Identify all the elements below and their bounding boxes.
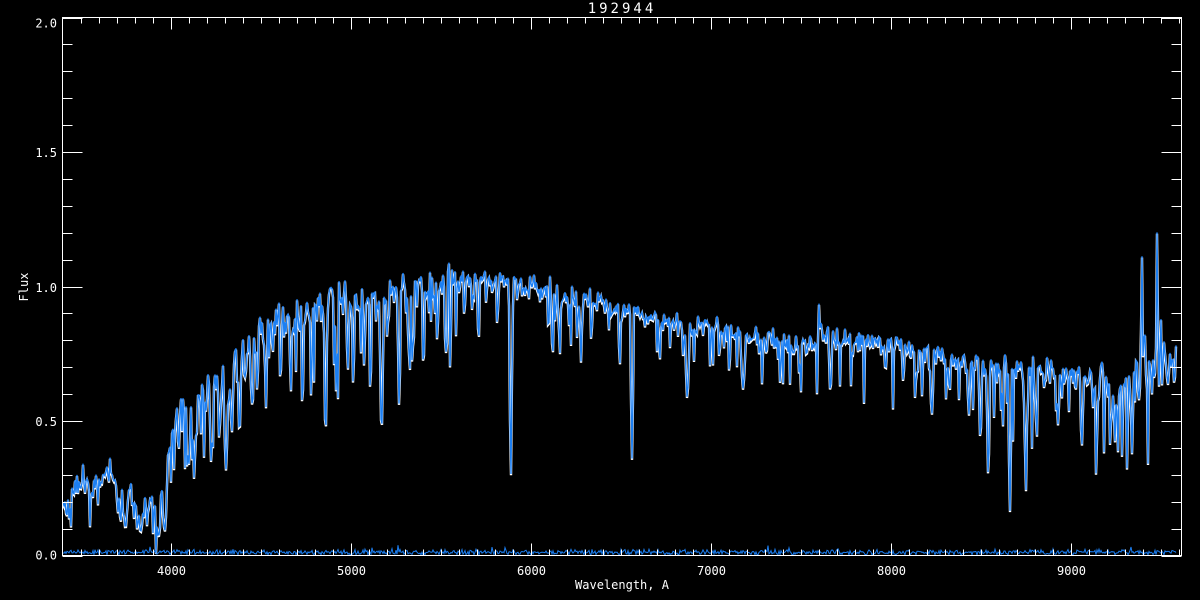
x-axis-label: Wavelength, A xyxy=(575,578,670,592)
spectrum-plot-canvas: 4000 5000 6000 7000 8000 90000.00.51.01.52.0 … xyxy=(17,1,1182,592)
x-tick-label: 8000 xyxy=(877,564,906,578)
y-tick-label: 0.5 xyxy=(35,415,57,429)
y-tick-label: 0.0 xyxy=(35,549,57,563)
y-tick-label: 1.0 xyxy=(35,281,57,295)
y-tick-label: 2.0 xyxy=(35,17,57,31)
plot-generated-content: 4000 5000 6000 7000 8000 9000 0.0 0.5 1.0 1.5 2.0 xyxy=(35,17,1182,578)
x-tick-label: 6000 xyxy=(517,564,546,578)
spectrum-plot-window: 4000 5000 6000 7000 8000 9000 0.0 0.5 1.0 1.5 2.0 … xyxy=(0,0,1200,600)
x-tick-label: 5000 xyxy=(337,564,366,578)
x-tick-label: 7000 xyxy=(697,564,726,578)
y-tick-label: 1.5 xyxy=(35,146,57,160)
axes-box xyxy=(62,17,1182,556)
y-axis-label: Flux xyxy=(17,273,31,302)
plot-title: 192944 xyxy=(588,1,657,17)
x-tick-label: 4000 xyxy=(157,564,186,578)
error-spectrum-line xyxy=(62,545,1177,557)
x-tick-label: 9000 xyxy=(1057,564,1086,578)
